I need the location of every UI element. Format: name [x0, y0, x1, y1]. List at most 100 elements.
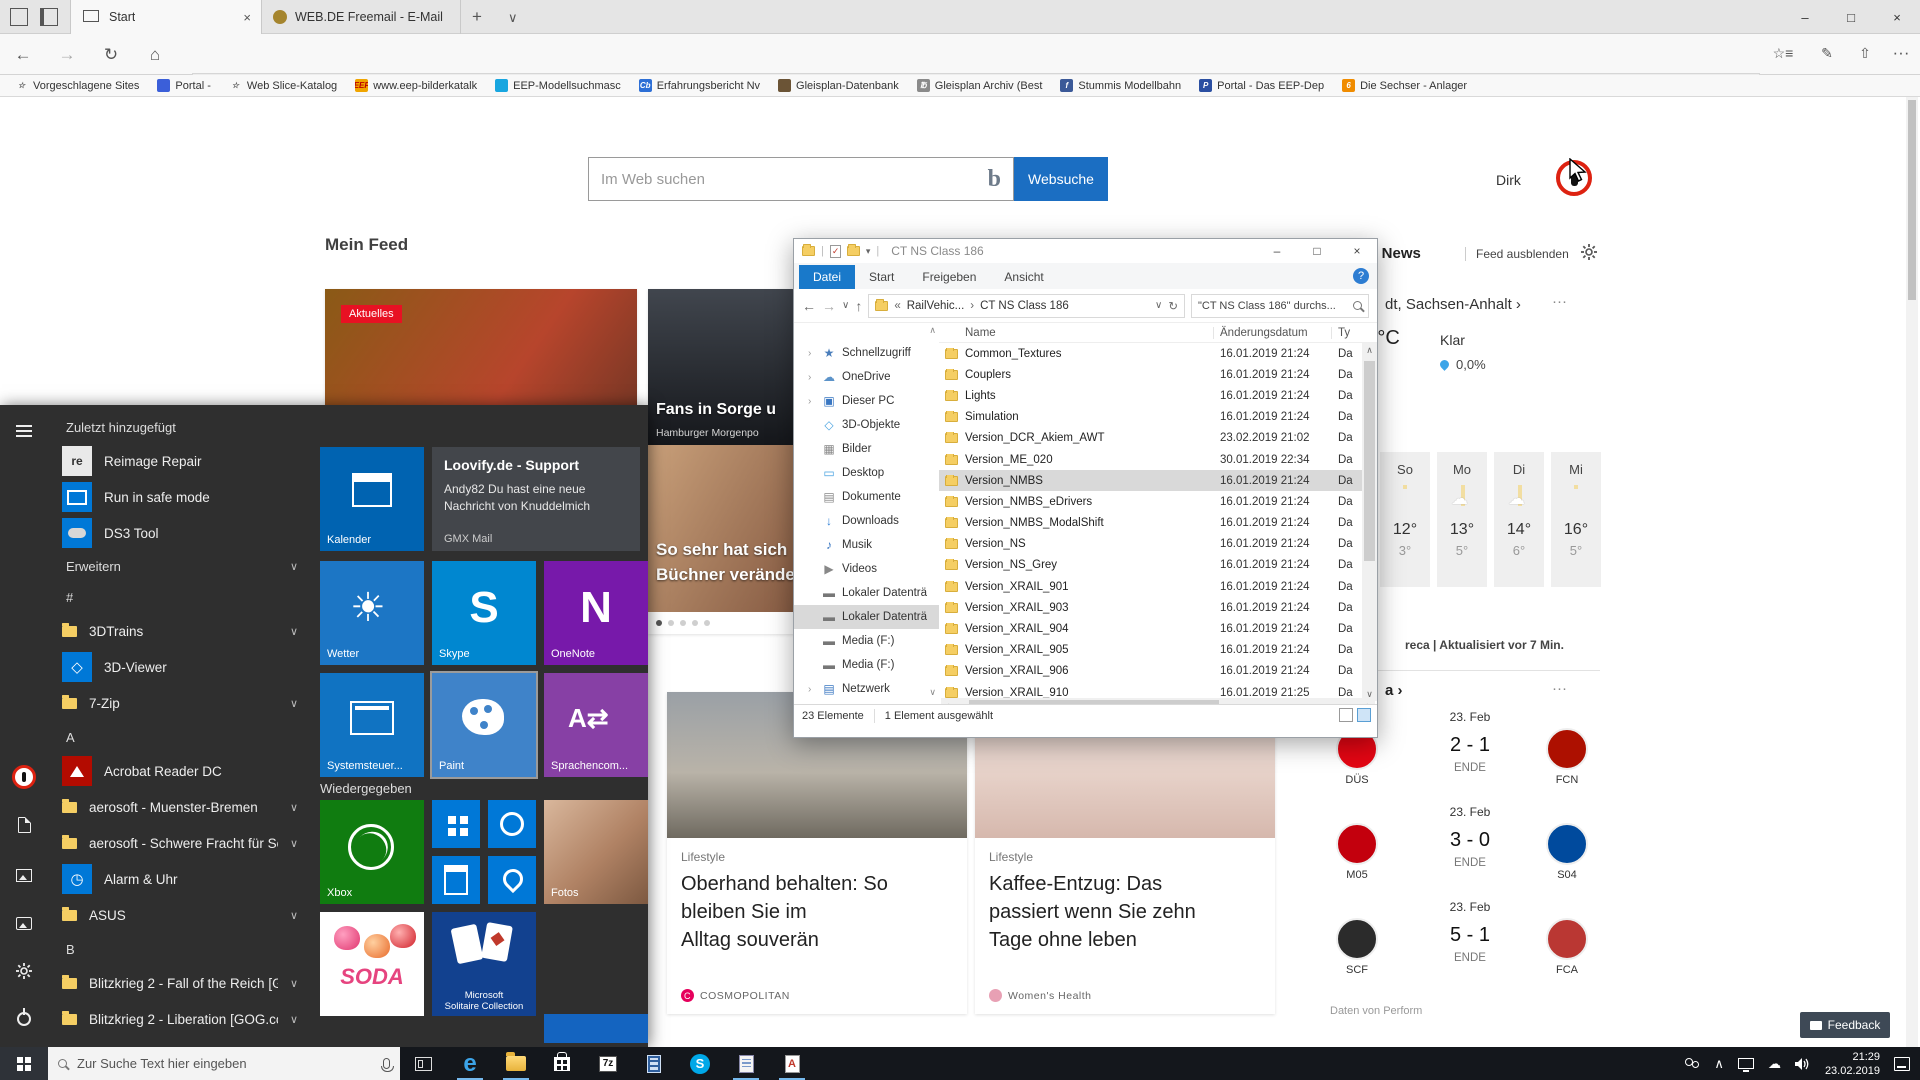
taskbar-7zip[interactable]: 7z	[585, 1047, 631, 1080]
tile-partial[interactable]	[544, 1014, 648, 1043]
people-icon[interactable]	[1684, 1058, 1700, 1070]
expand-chevron-icon[interactable]: ›	[808, 348, 816, 359]
help-icon[interactable]: ?	[1353, 268, 1369, 284]
tile-kalender[interactable]: Kalender	[320, 447, 424, 551]
tile-fotos[interactable]: Fotos	[544, 800, 648, 904]
file-explorer-window[interactable]: | ▾ | CT NS Class 186 – □ × Datei Start …	[793, 238, 1378, 738]
file-row[interactable]: Version_XRAIL_906 16.01.2019 21:24 Da	[939, 661, 1377, 682]
home-icon[interactable]: ⌂	[140, 45, 170, 65]
expand-chevron-icon[interactable]: ›	[808, 396, 816, 407]
nav-item[interactable]: › ♪ Musik	[794, 533, 939, 557]
tile-onenote[interactable]: N OneNote	[544, 561, 648, 665]
news-card-lifestyle-1[interactable]: Lifestyle Oberhand behalten: So bleiben …	[667, 692, 967, 1014]
favorite-item[interactable]: f Stummis Modellbahn	[1053, 79, 1188, 92]
column-date[interactable]: Änderungsdatum	[1214, 327, 1332, 339]
hub-favorites-icon[interactable]: ☆≡	[1768, 45, 1798, 62]
explorer-back-icon[interactable]: ←	[802, 298, 816, 314]
breadcrumb[interactable]: « RailVehic... › CT NS Class 186 ∨ ↻	[868, 294, 1185, 318]
tab-close-icon[interactable]: ×	[243, 10, 251, 25]
taskbar-editor[interactable]: A	[769, 1047, 815, 1080]
match-row[interactable]: 23. Feb SCF 5 - 1 ENDE FCA	[1330, 900, 1610, 995]
maximize-button[interactable]: □	[1828, 0, 1874, 34]
web-search-input[interactable]: Im Web suchen b	[588, 157, 1014, 201]
nav-item[interactable]: › ★ Schnellzugriff	[794, 341, 939, 365]
nav-item[interactable]: › ▬ Lokaler Datenträ	[794, 605, 939, 629]
favorite-item[interactable]: Portal -	[150, 79, 217, 92]
history-chevron-icon[interactable]: ∨	[842, 300, 849, 311]
browser-tab-start[interactable]: Start ×	[70, 0, 262, 34]
set-tabs-aside-icon[interactable]	[10, 8, 28, 26]
qat-chevron-icon[interactable]: ▾	[866, 246, 871, 257]
action-center-icon[interactable]	[1894, 1057, 1910, 1071]
taskbar-search-input[interactable]: Zur Suche Text hier eingeben	[48, 1047, 400, 1080]
taskbar-calculator[interactable]	[631, 1047, 677, 1080]
new-tab-button[interactable]: +	[472, 7, 482, 27]
favorite-item[interactable]: P Portal - Das EEP-Dep	[1192, 79, 1331, 92]
file-row[interactable]: Version_NS_Grey 16.01.2019 21:24 Da	[939, 555, 1377, 576]
match-row[interactable]: 23. Feb M05 3 - 0 ENDE S04	[1330, 805, 1610, 900]
tray-chevron-icon[interactable]: ∧	[1714, 1056, 1724, 1072]
file-row[interactable]: Version_ME_020 30.01.2019 22:34 Da	[939, 449, 1377, 470]
expand-chevron-icon[interactable]: ›	[808, 372, 816, 383]
favorite-item[interactable]: 6 Die Sechser - Anlager	[1335, 79, 1474, 92]
favorite-item[interactable]: ℔ Gleisplan Archiv (Best	[910, 79, 1050, 92]
ribbon-tab-freigeben[interactable]: Freigeben	[908, 265, 990, 289]
file-row[interactable]: Version_XRAIL_901 16.01.2019 21:24 Da	[939, 576, 1377, 597]
refresh-icon[interactable]: ↻	[96, 45, 126, 65]
explorer-forward-icon[interactable]: →	[822, 298, 836, 314]
nav-item[interactable]: › ▭ Desktop	[794, 461, 939, 485]
forecast-day[interactable]: Di 14° 6°	[1494, 452, 1544, 587]
explorer-close-button[interactable]: ×	[1337, 239, 1377, 263]
file-row[interactable]: Version_NMBS_eDrivers 16.01.2019 21:24 D…	[939, 491, 1377, 512]
favorite-item[interactable]: Gleisplan-Datenbank	[771, 79, 906, 92]
tile-small-camera[interactable]	[488, 800, 536, 848]
favorite-item[interactable]: ☆ Vorgeschlagene Sites	[8, 79, 146, 92]
start-button[interactable]	[0, 1047, 48, 1080]
nav-item[interactable]: › ▬ Lokaler Datenträ	[794, 581, 939, 605]
list-view-icon[interactable]	[1339, 708, 1353, 722]
volume-icon[interactable]	[1795, 1057, 1811, 1071]
nav-item[interactable]: › ▦ Bilder	[794, 437, 939, 461]
tile-paint[interactable]: Paint	[432, 673, 536, 777]
nav-item[interactable]: › ▬ Media (F:)	[794, 629, 939, 653]
favorite-item[interactable]: Cb Erfahrungsbericht Nv	[632, 79, 767, 92]
nav-item[interactable]: › ▶ Videos	[794, 557, 939, 581]
nav-item[interactable]: › ▬ Media (F:)	[794, 653, 939, 677]
explorer-title-bar[interactable]: | ▾ | CT NS Class 186 – □ ×	[794, 239, 1377, 263]
breadcrumb-parent[interactable]: RailVehic...	[907, 300, 965, 312]
web-note-icon[interactable]: ✎	[1812, 45, 1842, 62]
tile-sprachen[interactable]: A⇄ Sprachencom...	[544, 673, 648, 777]
tile-small-calculator[interactable]	[432, 856, 480, 904]
nav-scroll-up-icon[interactable]: ∧	[929, 325, 936, 336]
network-icon[interactable]	[1738, 1058, 1754, 1069]
file-row[interactable]: Version_NMBS_ModalShift 16.01.2019 21:24…	[939, 513, 1377, 534]
more-menu-icon[interactable]: ···	[1886, 43, 1916, 63]
browser-tab-webde[interactable]: WEB.DE Freemail - E-Mail m	[263, 0, 461, 34]
file-row[interactable]: Simulation 16.01.2019 21:24 Da	[939, 407, 1377, 428]
refresh-icon[interactable]: ↻	[1168, 299, 1178, 313]
sports-more-icon[interactable]: ···	[1552, 680, 1567, 697]
file-row[interactable]: Version_NS 16.01.2019 21:24 Da	[939, 534, 1377, 555]
column-name[interactable]: Name	[939, 327, 1214, 339]
minimize-button[interactable]: –	[1782, 0, 1828, 34]
taskbar-skype[interactable]: S	[677, 1047, 723, 1080]
feedback-button[interactable]: Feedback	[1800, 1012, 1890, 1038]
file-row[interactable]: Version_NMBS 16.01.2019 21:24 Da	[939, 470, 1377, 491]
feed-toggle[interactable]: Feed ausblenden	[1465, 247, 1569, 261]
column-type[interactable]: Ty	[1332, 327, 1350, 339]
close-button[interactable]: ×	[1874, 0, 1920, 34]
nav-item[interactable]: › ◇ 3D-Objekte	[794, 413, 939, 437]
file-list-scrollbar[interactable]: ∧ ∨	[1362, 343, 1377, 701]
sports-header[interactable]: a ›	[1385, 682, 1403, 699]
file-row[interactable]: Common_Textures 16.01.2019 21:24 Da	[939, 343, 1377, 364]
new-folder-icon[interactable]	[847, 246, 860, 256]
tile-solitaire[interactable]: Microsoft Solitaire Collection	[432, 912, 536, 1016]
clock[interactable]: 21:29 23.02.2019	[1825, 1050, 1880, 1078]
favorite-item[interactable]: EEP www.eep-bilderkatalk	[348, 79, 484, 92]
tile-systemsteuerung[interactable]: Systemsteuer...	[320, 673, 424, 777]
properties-icon[interactable]	[830, 245, 841, 258]
explorer-minimize-button[interactable]: –	[1257, 239, 1297, 263]
tile-small-grid[interactable]	[432, 800, 480, 848]
tile-candy-crush-soda[interactable]: SODA	[320, 912, 424, 1016]
file-row[interactable]: Lights 16.01.2019 21:24 Da	[939, 385, 1377, 406]
